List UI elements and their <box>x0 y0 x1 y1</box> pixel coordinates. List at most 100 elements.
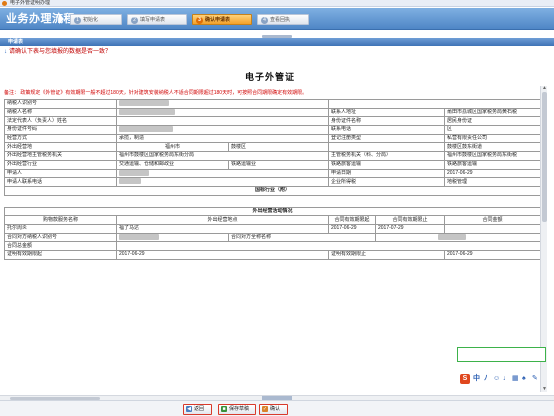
window-titlebar: 电子外管证明办理 <box>0 0 554 7</box>
keyboard-icon[interactable]: ▦ <box>512 375 519 383</box>
step-view-receipt[interactable]: 4 查看回执 <box>257 14 309 25</box>
document-title: 电子外管证 <box>244 72 295 82</box>
confirm-button[interactable]: ✓ 确认 <box>259 404 288 415</box>
field-value: 铁路旅客运输 <box>328 159 445 170</box>
down-arrow-icon: ↓ <box>4 49 7 55</box>
save-icon: ■ <box>221 406 227 412</box>
field-value: 鼓楼区 <box>228 142 329 153</box>
field-label: 身份证件名称 <box>328 116 445 127</box>
field-label: 申请人 <box>4 168 117 179</box>
id-number-value <box>116 125 329 135</box>
field-value: 铁路旅客运输 <box>443 159 542 170</box>
taxpayer-name-value <box>116 107 329 118</box>
step-fill-form[interactable]: 2 填写申请表 <box>127 14 187 25</box>
step-number: 4 <box>261 17 268 24</box>
form-row: 申请人 申请日期 2017-06-29 <box>4 168 542 179</box>
empty-cell <box>327 99 542 109</box>
applicant-phone-value <box>116 177 329 187</box>
field-value: 承揽，制造 <box>116 133 329 144</box>
redacted-value <box>119 109 175 115</box>
voice-icon[interactable]: ♩ <box>503 375 510 383</box>
field-label: 登记注册类型 <box>328 133 445 144</box>
activity-heading: 外出经营活动情况 <box>3 206 542 217</box>
flow-arrow-icon <box>59 14 64 24</box>
step-number: 2 <box>131 17 138 24</box>
table-row: 托尔周炎 福了马达 2017-06-29 2017-07-29 <box>4 223 542 234</box>
form-row: 法定代表人（负责人）姓名 身份证件名称 居民身份证 <box>4 116 542 127</box>
step-label: 查看回执 <box>270 17 291 23</box>
field-label: 身份证件号码 <box>4 125 117 135</box>
activity-start-cell: 2017-06-29 <box>328 223 376 234</box>
activity-end-cell: 2017-07-29 <box>375 223 445 234</box>
scroll-down-icon[interactable]: ▼ <box>542 387 547 392</box>
back-arrow-icon: ◀ <box>186 406 192 412</box>
redacted-value <box>119 169 149 176</box>
column-header: 合同有效期限止 <box>375 215 445 225</box>
ime-toolbar[interactable]: S 中 ﾉ ☺ ♩ ▦ ♠ ✎ <box>460 374 546 384</box>
field-value: 福州市 <box>116 142 229 153</box>
form-row: 申请人联系电话 企业所得税 地税管理 <box>4 177 542 187</box>
redacted-value <box>438 234 466 240</box>
table-header-row: 购物款服务名称 外出经营地点 合同有效期限起 合同有效期限止 合同金额 <box>4 215 542 225</box>
step-label: 初始化 <box>83 17 99 23</box>
emoji-icon[interactable]: ☺ <box>493 375 500 383</box>
activity-amount-cell <box>443 223 542 234</box>
field-label: 申请人联系电话 <box>4 177 117 187</box>
field-value: 居民身份证 <box>443 116 542 127</box>
window-title: 电子外管证明办理 <box>10 0 51 6</box>
spacer-row <box>4 194 541 208</box>
chinese-mode-icon[interactable]: 中 <box>473 375 480 383</box>
scrollbar-thumb[interactable] <box>542 92 547 222</box>
back-button[interactable]: ◀ 返回 <box>183 404 212 415</box>
form-row: 外出经营地 福州市 鼓楼区 鼓楼区鼓东街道 <box>4 142 542 153</box>
field-label: 纳税人名称 <box>4 107 117 118</box>
punctuation-icon[interactable]: ﾉ <box>484 375 488 383</box>
legal-rep-value <box>116 116 329 127</box>
field-value: 交通运输、仓储和邮政业 <box>116 159 229 170</box>
column-header: 外出经营地点 <box>116 215 329 225</box>
guobiao-heading: 国标行业（附） <box>3 185 542 196</box>
field-label: 外出经营行业 <box>4 159 117 170</box>
section-header: 申请表 <box>0 38 554 46</box>
field-value: 地税管理 <box>443 177 542 187</box>
field-label: 联系人地址 <box>328 107 445 118</box>
field-label: 法定代表人（负责人）姓名 <box>4 116 117 127</box>
step-confirm-form[interactable]: 3 确认申请表 <box>192 14 252 25</box>
field-label: 联系电话 <box>328 125 445 135</box>
applicant-value <box>116 168 329 179</box>
scroll-up-icon[interactable]: ▲ <box>542 86 547 91</box>
save-draft-label: 保存草稿 <box>229 406 250 412</box>
field-value: 区 <box>443 125 542 135</box>
empty-cell <box>115 241 542 251</box>
party-id-value <box>116 232 229 243</box>
field-value: 福州市鼓楼区国家税务局东街分局 <box>116 151 329 161</box>
redacted-value <box>119 178 141 185</box>
step-initialize[interactable]: 1 初始化 <box>70 14 122 25</box>
field-value: 福州市鼓楼区国家税务局东街税 <box>443 151 542 161</box>
certificate-form-table: 纳税人识别号 纳税人名称 联系人地址 莆田市荔城区国家税务局黄石税 法定代表人（… <box>3 99 542 260</box>
field-value: 2017-06-29 <box>443 168 542 179</box>
form-row: 国标行业（附） <box>3 185 542 196</box>
activity-name-cell: 托尔周炎 <box>4 223 117 234</box>
step-number: 3 <box>196 17 203 24</box>
form-row: 证明有效期限起 2017-06-29 证明有效期限止 2017-06-29 <box>4 250 542 260</box>
step-label: 填写申请表 <box>140 17 166 23</box>
field-value: 2017-06-29 <box>116 250 329 260</box>
section-title: 申请表 <box>8 39 24 45</box>
field-label: 纳税人识别号 <box>4 99 117 109</box>
skin-icon[interactable]: ♠ <box>522 375 526 383</box>
field-value: 鼓楼区鼓东街道 <box>443 142 542 153</box>
field-value: 铁路运输业 <box>228 159 329 170</box>
save-draft-button[interactable]: ■ 保存草稿 <box>218 404 256 415</box>
field-label: 合同对方纳税人识别号 <box>4 232 117 243</box>
sogou-ime-icon[interactable]: S <box>460 374 470 384</box>
process-flow-bar: 业务办理流程 1 初始化 2 填写申请表 3 确认申请表 4 查看回执 <box>0 8 554 30</box>
taxpayer-id-value <box>116 99 329 109</box>
instruction-label: 请确认下表与您填报的数据是否一致？ <box>9 49 112 55</box>
step-number: 1 <box>74 17 81 24</box>
empty-cell <box>328 142 445 153</box>
form-row: 纳税人名称 联系人地址 莆田市荔城区国家税务局黄石税 <box>4 107 542 118</box>
highlight-box <box>457 347 546 362</box>
tools-icon[interactable]: ✎ <box>532 375 538 383</box>
back-button-label: 返回 <box>194 406 205 412</box>
